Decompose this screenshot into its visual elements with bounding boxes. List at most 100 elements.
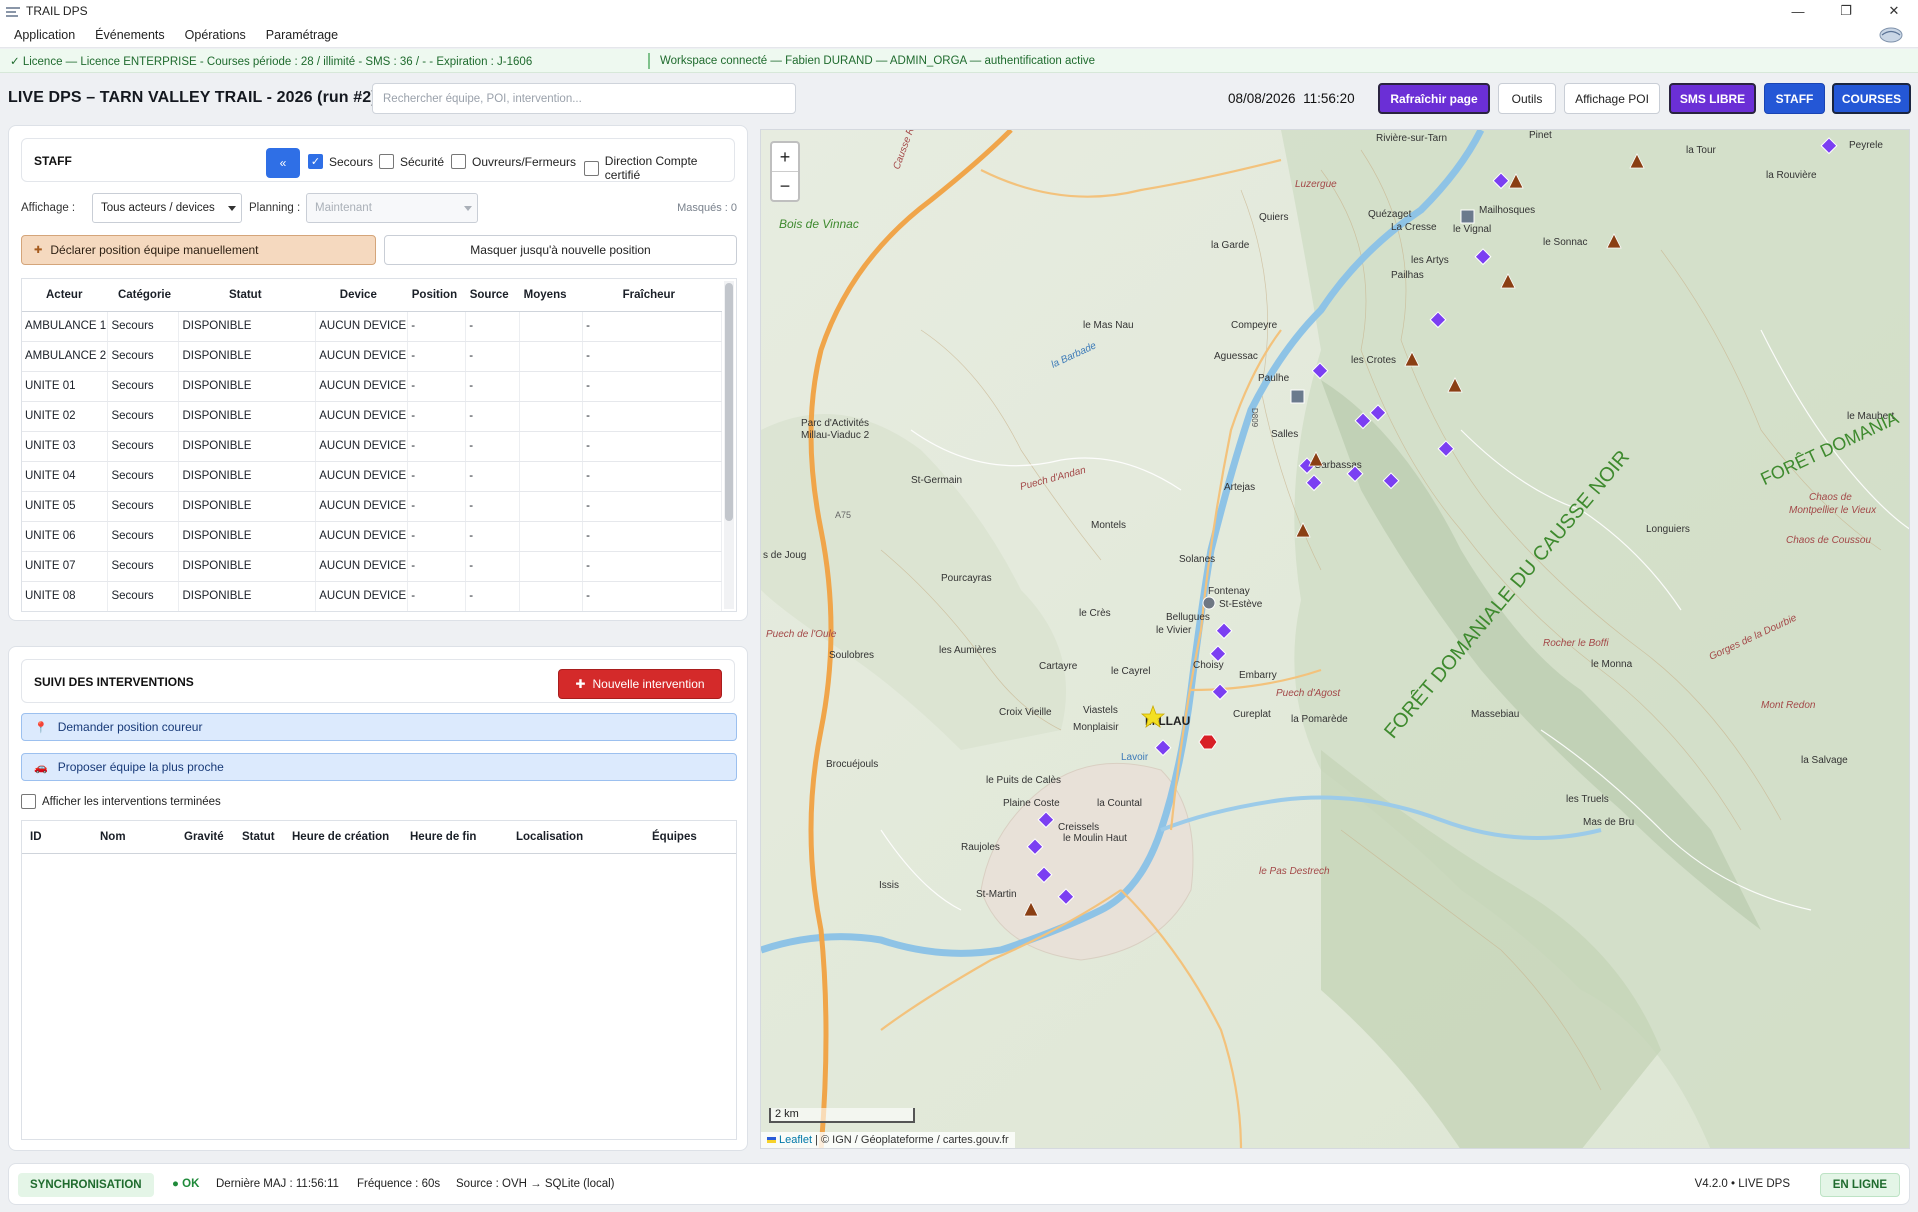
refresh-page-button[interactable]: Rafraîchir page: [1378, 83, 1490, 114]
col-id[interactable]: ID: [30, 831, 42, 843]
device-marker[interactable]: [1202, 596, 1216, 610]
checkbox-icon[interactable]: [21, 794, 36, 809]
filter-secours[interactable]: ✓ Secours: [308, 154, 373, 169]
place-label: Lavoir: [1121, 752, 1149, 763]
cell-fraicheur: -: [582, 461, 722, 492]
col-fraicheur[interactable]: Fraîcheur: [582, 279, 722, 312]
tools-button[interactable]: Outils: [1498, 83, 1556, 114]
col-localisation[interactable]: Localisation: [516, 831, 583, 843]
col-source[interactable]: Source: [465, 279, 520, 312]
col-moyens[interactable]: Moyens: [519, 279, 583, 312]
planning-label: Planning :: [249, 202, 301, 214]
col-gravite[interactable]: Gravité: [184, 831, 224, 843]
checkbox-icon[interactable]: [584, 160, 599, 176]
mask-until-position-button[interactable]: Masquer jusqu'à nouvelle position: [384, 235, 737, 265]
cell-source: -: [465, 431, 521, 462]
licence-text: ✓ Licence — Licence ENTERPRISE - Courses…: [10, 55, 533, 68]
table-row[interactable]: UNITE 07 Secours DISPONIBLE AUCUN DEVICE - - -: [22, 551, 722, 582]
place-label: le Sonnac: [1543, 237, 1587, 248]
base-marker[interactable]: [1460, 209, 1475, 224]
car-icon: 🚗: [34, 761, 48, 774]
new-intervention-button[interactable]: ✚ Nouvelle intervention: [558, 669, 722, 699]
plus-icon: ✚: [575, 677, 586, 691]
place-label: Artejas: [1224, 482, 1255, 493]
cell-moyens: [519, 461, 584, 492]
col-categorie[interactable]: Catégorie: [107, 279, 179, 312]
col-heure-creation[interactable]: Heure de création: [292, 831, 389, 843]
place-label: Longuiers: [1646, 524, 1690, 535]
declare-position-button[interactable]: ✚ Déclarer position équipe manuellement: [21, 235, 376, 265]
col-acteur[interactable]: Acteur: [22, 279, 108, 312]
planning-select[interactable]: Maintenant: [306, 193, 478, 223]
filter-ouvreurs[interactable]: Ouvreurs/Fermeurs: [451, 154, 576, 169]
close-button[interactable]: ✕: [1870, 0, 1918, 22]
propose-nearest-team-button[interactable]: 🚗 Proposer équipe la plus proche: [21, 753, 737, 781]
col-nom[interactable]: Nom: [100, 831, 126, 843]
app-logo-icon: [1879, 27, 1903, 43]
cell-moyens: [519, 431, 584, 462]
maximize-button[interactable]: ❐: [1822, 0, 1870, 22]
col-device[interactable]: Device: [315, 279, 408, 312]
cell-categorie: Secours: [107, 371, 180, 402]
menu-application[interactable]: Application: [6, 28, 83, 42]
col-statut[interactable]: Statut: [242, 831, 275, 843]
place-label: Chaos de: [1809, 492, 1852, 503]
col-statut[interactable]: Statut: [178, 279, 316, 312]
filter-securite[interactable]: Sécurité: [379, 154, 444, 169]
sms-libre-button[interactable]: SMS LIBRE: [1669, 83, 1756, 114]
place-label: Monplaisir: [1073, 722, 1119, 733]
place-label: Chaos de Coussou: [1786, 535, 1871, 546]
ask-runner-position-label: Demander position coureur: [57, 720, 203, 734]
checkbox-icon[interactable]: [379, 154, 394, 169]
menu-operations[interactable]: Opérations: [177, 28, 254, 42]
cell-device: AUCUN DEVICE: [315, 311, 409, 342]
table-row[interactable]: UNITE 05 Secours DISPONIBLE AUCUN DEVICE - - -: [22, 491, 722, 522]
leaflet-link[interactable]: Leaflet: [779, 1134, 812, 1146]
checkbox-icon[interactable]: [451, 154, 466, 169]
menu-evenements[interactable]: Événements: [87, 28, 172, 42]
search-input[interactable]: [372, 83, 796, 114]
licence-bar: ✓ Licence — Licence ENTERPRISE - Courses…: [0, 49, 1918, 73]
collapse-button[interactable]: «: [266, 148, 300, 178]
zoom-in-button[interactable]: +: [772, 143, 798, 172]
place-label: St-Estève: [1219, 599, 1263, 610]
staff-filter-row: Affichage : Tous acteurs / devices Plann…: [21, 193, 737, 223]
menu-bar: Application Événements Opérations Paramé…: [0, 22, 1918, 48]
filter-direction[interactable]: Direction Compte certifié: [584, 154, 734, 182]
staff-button[interactable]: STAFF: [1764, 83, 1825, 114]
table-row[interactable]: UNITE 03 Secours DISPONIBLE AUCUN DEVICE - - -: [22, 431, 722, 462]
display-select[interactable]: Tous acteurs / devices: [92, 193, 242, 223]
staff-table-scrollbar[interactable]: [724, 281, 734, 609]
place-label: Aguessac: [1214, 351, 1258, 362]
col-position[interactable]: Position: [407, 279, 466, 312]
status-bar: SYNCHRONISATION ● OK Dernière MAJ : 11:5…: [8, 1163, 1910, 1205]
menu-parametrage[interactable]: Paramétrage: [258, 28, 346, 42]
table-row[interactable]: UNITE 02 Secours DISPONIBLE AUCUN DEVICE - - -: [22, 401, 722, 432]
poi-display-button[interactable]: Affichage POI: [1564, 83, 1660, 114]
map-canvas[interactable]: Rivière-sur-Tarn Pinet la Tour Peyrele l…: [761, 130, 1910, 1149]
minimize-button[interactable]: —: [1774, 0, 1822, 22]
table-row[interactable]: AMBULANCE 1 Secours DISPONIBLE AUCUN DEVICE…: [22, 311, 722, 342]
show-finished-toggle[interactable]: Afficher les interventions terminées: [21, 794, 221, 809]
place-label: les Crotes: [1351, 355, 1396, 366]
table-row[interactable]: AMBULANCE 2 Secours DISPONIBLE AUCUN DEVICE…: [22, 341, 722, 372]
cell-fraicheur: -: [582, 551, 722, 582]
place-label: les Truels: [1566, 794, 1609, 805]
scrollbar-thumb[interactable]: [725, 283, 733, 521]
table-row[interactable]: UNITE 01 Secours DISPONIBLE AUCUN DEVICE - - -: [22, 371, 722, 402]
current-datetime: 08/08/2026 11:56:20: [1228, 91, 1355, 106]
cell-position: -: [407, 581, 467, 611]
cell-moyens: [519, 491, 584, 522]
map-view[interactable]: Rivière-sur-Tarn Pinet la Tour Peyrele l…: [760, 129, 1910, 1149]
col-heure-fin[interactable]: Heure de fin: [410, 831, 476, 843]
table-row[interactable]: UNITE 06 Secours DISPONIBLE AUCUN DEVICE - - -: [22, 521, 722, 552]
checkbox-checked-icon[interactable]: ✓: [308, 154, 323, 169]
courses-button[interactable]: COURSES: [1832, 83, 1911, 114]
ask-runner-position-button[interactable]: 📍 Demander position coureur: [21, 713, 737, 741]
table-row[interactable]: UNITE 04 Secours DISPONIBLE AUCUN DEVICE - - -: [22, 461, 722, 492]
zoom-out-button[interactable]: −: [772, 172, 798, 201]
place-label: Viastels: [1083, 705, 1118, 716]
col-equipes[interactable]: Équipes: [652, 831, 697, 843]
table-row[interactable]: UNITE 08 Secours DISPONIBLE AUCUN DEVICE - - -: [22, 581, 722, 611]
base-marker[interactable]: [1290, 389, 1305, 404]
